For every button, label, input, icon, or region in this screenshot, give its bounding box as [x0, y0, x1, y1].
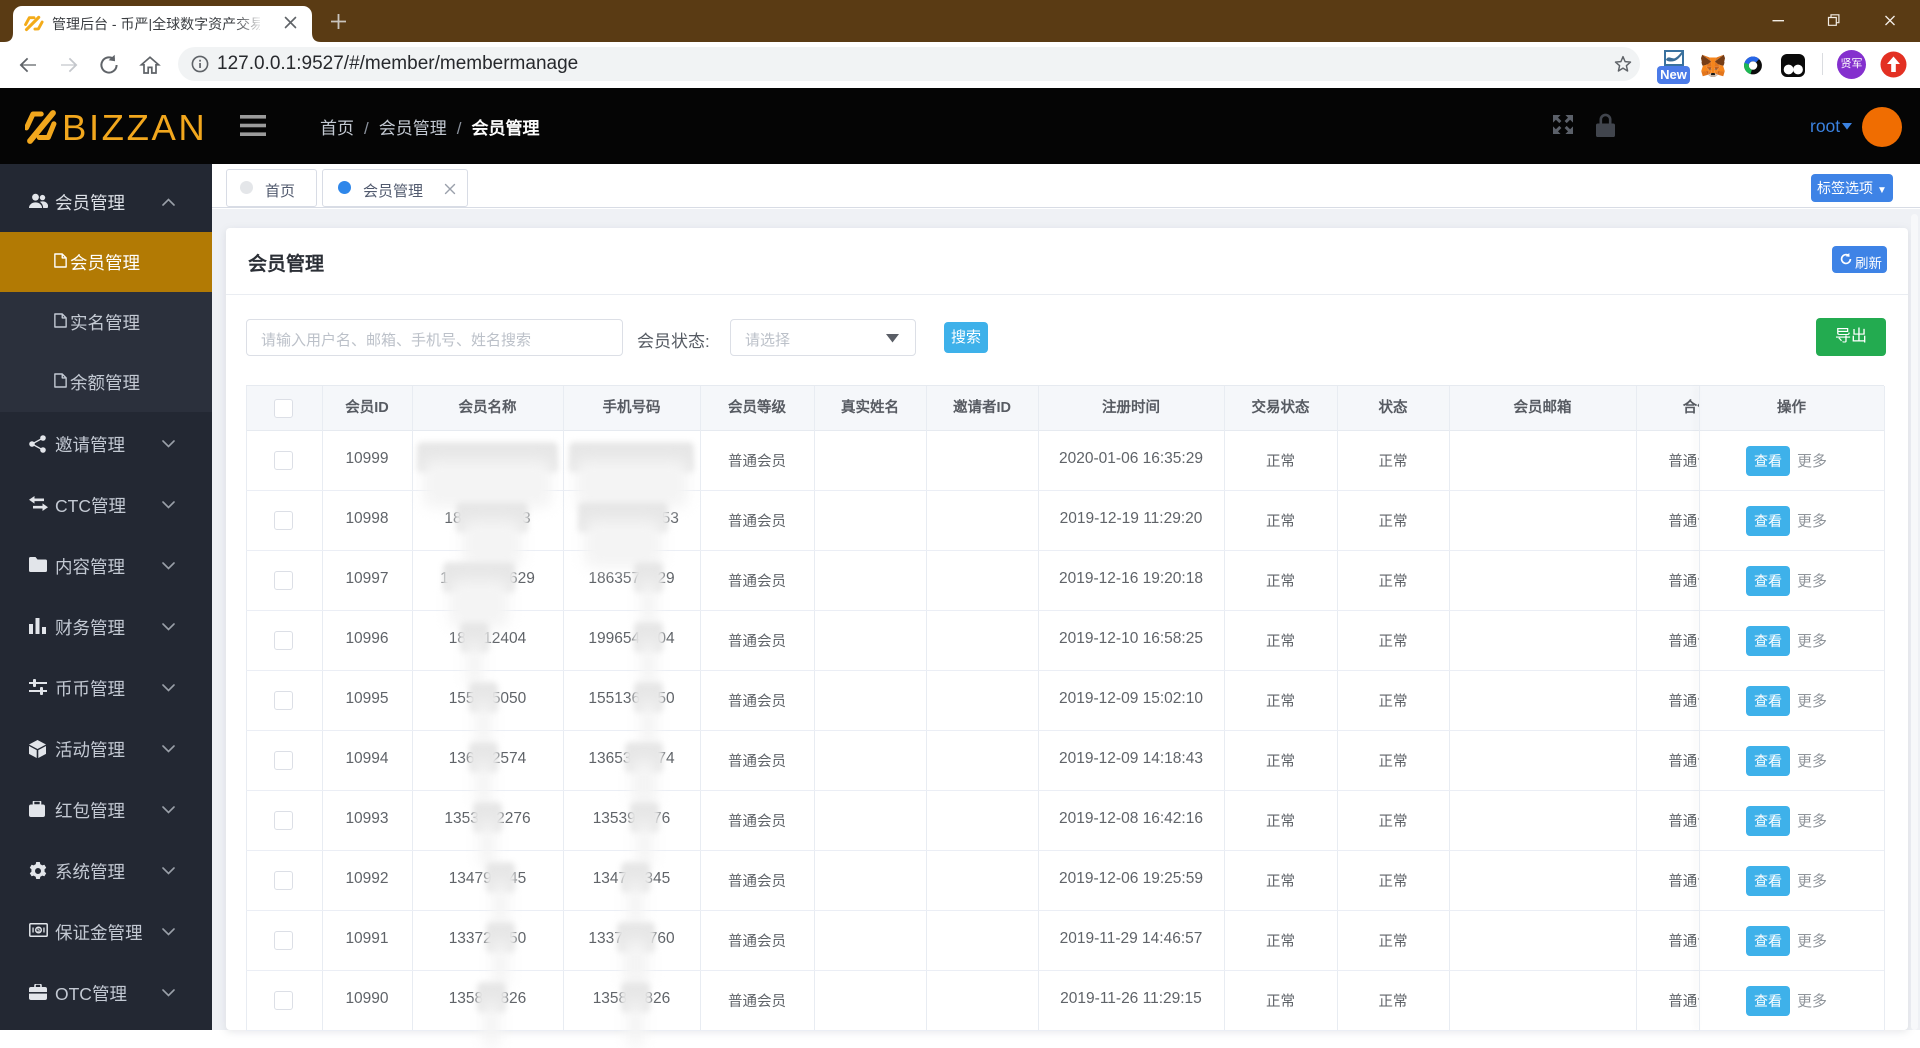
svg-text:BIZZAN: BIZZAN — [62, 107, 207, 145]
